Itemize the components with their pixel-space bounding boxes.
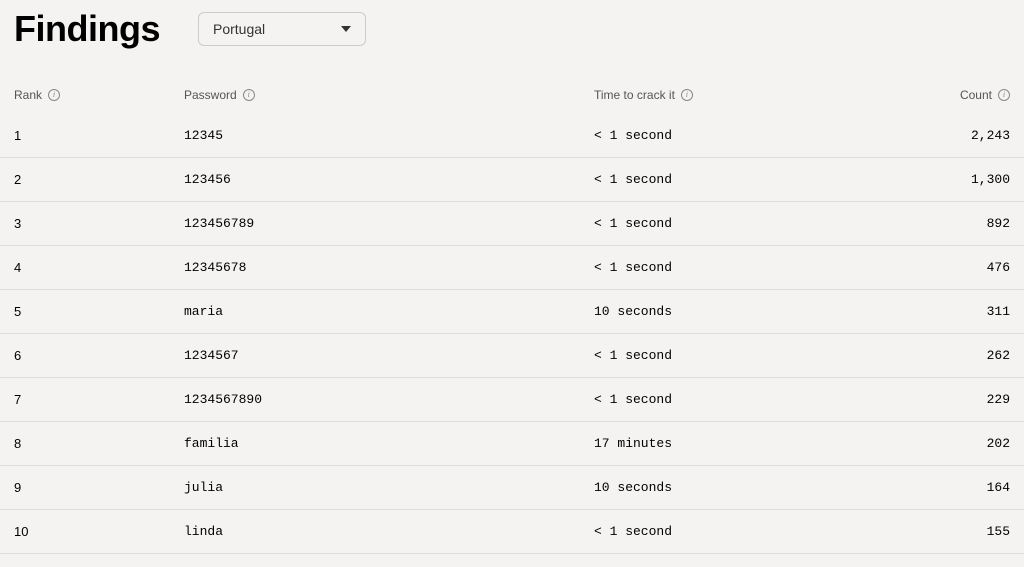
cell-time: 10 seconds [594,304,920,319]
table-row: 3123456789< 1 second892 [0,202,1024,246]
table-header-row: Rank i Password i Time to crack it i Cou… [0,70,1024,114]
table-row: 9julia10 seconds164 [0,466,1024,510]
cell-password: 123456789 [184,216,594,231]
info-icon[interactable]: i [243,89,255,101]
cell-time: < 1 second [594,348,920,363]
cell-password: linda [184,524,594,539]
header-time-label: Time to crack it [594,88,675,102]
cell-count: 892 [920,216,1010,231]
cell-count: 164 [920,480,1010,495]
cell-rank: 5 [14,304,184,319]
header-password: Password i [184,88,594,102]
cell-rank: 9 [14,480,184,495]
table-row: 412345678< 1 second476 [0,246,1024,290]
cell-rank: 8 [14,436,184,451]
cell-count: 1,300 [920,172,1010,187]
header-password-label: Password [184,88,237,102]
findings-table: Rank i Password i Time to crack it i Cou… [0,70,1024,554]
cell-time: < 1 second [594,392,920,407]
chevron-down-icon [341,26,351,32]
header-count-label: Count [960,88,992,102]
table-row: 61234567< 1 second262 [0,334,1024,378]
table-row: 71234567890< 1 second229 [0,378,1024,422]
cell-password: 123456 [184,172,594,187]
header-rank-label: Rank [14,88,42,102]
header-rank: Rank i [14,88,184,102]
cell-count: 311 [920,304,1010,319]
table-row: 8familia17 minutes202 [0,422,1024,466]
table-row: 10linda< 1 second155 [0,510,1024,554]
table-row: 5maria10 seconds311 [0,290,1024,334]
cell-password: 1234567890 [184,392,594,407]
info-icon[interactable]: i [998,89,1010,101]
cell-rank: 10 [14,524,184,539]
cell-password: 12345 [184,128,594,143]
page-title: Findings [14,8,160,50]
cell-count: 155 [920,524,1010,539]
cell-password: 12345678 [184,260,594,275]
cell-time: 10 seconds [594,480,920,495]
page-header: Findings Portugal [0,0,1024,70]
cell-password: julia [184,480,594,495]
cell-rank: 1 [14,128,184,143]
cell-rank: 7 [14,392,184,407]
country-dropdown-label: Portugal [213,21,265,37]
cell-rank: 4 [14,260,184,275]
cell-rank: 2 [14,172,184,187]
cell-time: < 1 second [594,524,920,539]
cell-password: 1234567 [184,348,594,363]
cell-time: < 1 second [594,128,920,143]
cell-time: 17 minutes [594,436,920,451]
table-row: 112345< 1 second2,243 [0,114,1024,158]
cell-count: 476 [920,260,1010,275]
cell-count: 2,243 [920,128,1010,143]
cell-count: 262 [920,348,1010,363]
table-row: 2123456< 1 second1,300 [0,158,1024,202]
header-time: Time to crack it i [594,88,920,102]
cell-rank: 6 [14,348,184,363]
cell-time: < 1 second [594,172,920,187]
info-icon[interactable]: i [48,89,60,101]
cell-count: 229 [920,392,1010,407]
header-count: Count i [920,88,1010,102]
cell-rank: 3 [14,216,184,231]
country-dropdown[interactable]: Portugal [198,12,366,46]
cell-time: < 1 second [594,216,920,231]
info-icon[interactable]: i [681,89,693,101]
cell-count: 202 [920,436,1010,451]
cell-time: < 1 second [594,260,920,275]
cell-password: maria [184,304,594,319]
cell-password: familia [184,436,594,451]
table-body: 112345< 1 second2,2432123456< 1 second1,… [0,114,1024,554]
